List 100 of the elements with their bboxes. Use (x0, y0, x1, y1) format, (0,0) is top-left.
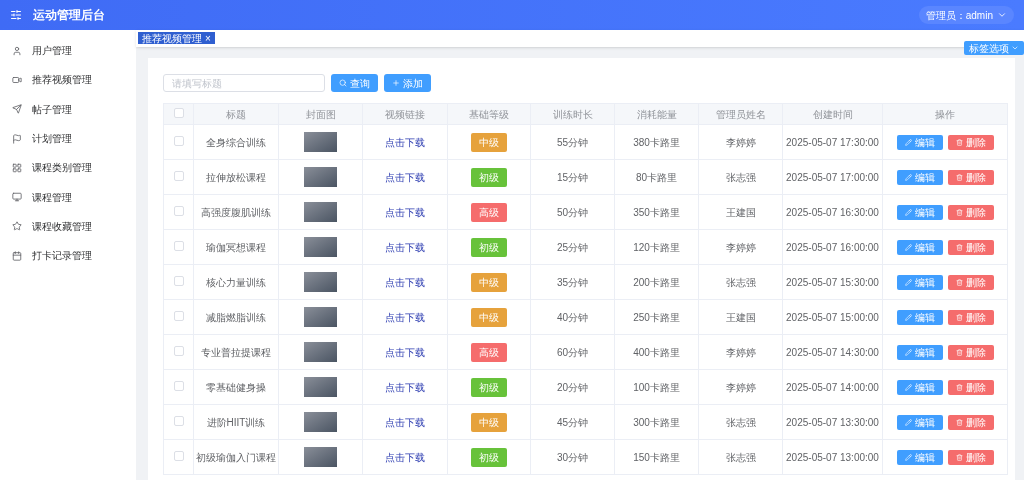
download-link[interactable]: 点击下载 (385, 311, 425, 323)
checkbox[interactable] (173, 450, 184, 461)
trash-icon (955, 208, 963, 216)
table-cell: 张志强 (698, 264, 783, 300)
sidebar-item[interactable]: 课程收藏管理 (0, 211, 136, 242)
edit-button[interactable]: 编辑 (896, 274, 943, 290)
download-link[interactable]: 点击下载 (385, 346, 425, 358)
sidebar-item[interactable]: 课程类别管理 (0, 153, 136, 183)
caret-icon (1011, 44, 1019, 52)
table-cell: 55分钟 (530, 124, 615, 160)
edit-button[interactable]: 编辑 (896, 309, 943, 325)
download-link[interactable]: 点击下载 (385, 381, 425, 393)
download-link[interactable]: 点击下载 (385, 276, 425, 288)
pencil-icon (904, 243, 912, 251)
edit-button[interactable]: 编辑 (896, 414, 943, 430)
edit-button[interactable]: 编辑 (896, 204, 943, 220)
column-header: 消耗能量 (614, 103, 699, 125)
sidebar-item[interactable]: 帖子管理 (0, 94, 136, 124)
edit-button[interactable]: 编辑 (896, 379, 943, 395)
grade-tag: 中级 (471, 412, 507, 432)
delete-button[interactable]: 删除 (947, 169, 994, 185)
trash-icon (955, 243, 963, 251)
grade-tag: 初级 (471, 447, 507, 467)
delete-button[interactable]: 删除 (947, 379, 994, 395)
sidebar-item[interactable]: 课程管理 (0, 182, 136, 212)
table-cell: 王建国 (698, 194, 783, 230)
flag-icon (12, 133, 22, 144)
checkbox[interactable] (173, 345, 184, 356)
sidebar-item[interactable]: 推荐视频管理 (0, 65, 136, 95)
table-cell: 120卡路里 (614, 229, 699, 265)
download-link[interactable]: 点击下载 (385, 241, 425, 253)
table-cell: 350卡路里 (614, 194, 699, 230)
trash-icon (955, 278, 963, 286)
table-cell: 60分钟 (530, 334, 615, 370)
sidebar-item[interactable]: 用户管理 (0, 36, 136, 66)
table-cell: 李婷婷 (698, 229, 783, 265)
table-cell: 全身综合训练 (193, 124, 279, 160)
trash-icon (955, 418, 963, 426)
delete-button[interactable]: 删除 (947, 134, 994, 150)
delete-button[interactable]: 删除 (947, 449, 994, 465)
photo-placeholder (304, 447, 337, 467)
edit-button[interactable]: 编辑 (896, 134, 943, 150)
table-cell: 400卡路里 (614, 334, 699, 370)
table-cell: 45分钟 (530, 404, 615, 440)
tab-options-button[interactable]: 标签选项 (964, 41, 1024, 55)
checkbox[interactable] (173, 415, 184, 426)
table-cell: 2025-05-07 17:30:00 (782, 124, 883, 160)
sidebar-item[interactable]: 计划管理 (0, 123, 136, 154)
column-header: 基础等级 (447, 103, 531, 125)
delete-button[interactable]: 删除 (947, 344, 994, 360)
search-button[interactable]: 查询 (331, 74, 378, 92)
user-icon (12, 45, 22, 56)
checkbox[interactable] (173, 170, 184, 181)
edit-button[interactable]: 编辑 (896, 449, 943, 465)
add-button[interactable]: 添加 (384, 74, 431, 92)
table-cell: 300卡路里 (614, 404, 699, 440)
column-header: 创建时间 (782, 103, 883, 125)
sidebar-item[interactable]: 打卡记录管理 (0, 241, 136, 271)
edit-button[interactable]: 编辑 (896, 169, 943, 185)
table-cell: 2025-05-07 14:00:00 (782, 369, 883, 405)
checkbox[interactable] (173, 380, 184, 391)
pencil-icon (904, 278, 912, 286)
delete-button[interactable]: 删除 (947, 239, 994, 255)
table-cell: 100卡路里 (614, 369, 699, 405)
page-tab[interactable]: 推荐视频管理 × (138, 32, 215, 44)
user-menu[interactable]: 管理员：admin (918, 6, 1014, 24)
column-header: 标题 (193, 103, 279, 125)
menu-icon[interactable] (10, 9, 22, 21)
plus-icon (392, 79, 400, 87)
checkbox[interactable] (173, 107, 184, 118)
checkbox[interactable] (173, 135, 184, 146)
delete-button[interactable]: 删除 (947, 309, 994, 325)
delete-button[interactable]: 删除 (947, 414, 994, 430)
table-cell: 张志强 (698, 404, 783, 440)
delete-button[interactable]: 删除 (947, 274, 994, 290)
download-link[interactable]: 点击下载 (385, 136, 425, 148)
delete-button[interactable]: 删除 (947, 204, 994, 220)
table-cell: 40分钟 (530, 299, 615, 335)
table-cell: 80卡路里 (614, 159, 699, 195)
download-link[interactable]: 点击下载 (385, 416, 425, 428)
tab-close[interactable]: × (205, 30, 211, 46)
download-link[interactable]: 点击下载 (385, 171, 425, 183)
edit-button[interactable]: 编辑 (896, 239, 943, 255)
download-link[interactable]: 点击下载 (385, 206, 425, 218)
checkbox[interactable] (173, 275, 184, 286)
table-cell: 李婷婷 (698, 369, 783, 405)
monitor-icon (12, 192, 22, 203)
checkbox[interactable] (173, 310, 184, 321)
grade-tag: 中级 (471, 307, 507, 327)
checkbox[interactable] (173, 205, 184, 216)
photo-placeholder (304, 412, 337, 432)
table-cell: 减脂燃脂训练 (193, 299, 279, 335)
edit-button[interactable]: 编辑 (896, 344, 943, 360)
column-header: 操作 (882, 103, 1008, 125)
download-link[interactable]: 点击下载 (385, 451, 425, 463)
table-cell: 2025-05-07 14:30:00 (782, 334, 883, 370)
pencil-icon (904, 348, 912, 356)
photo-placeholder (304, 377, 337, 397)
checkbox[interactable] (173, 240, 184, 251)
photo-placeholder (304, 167, 337, 187)
